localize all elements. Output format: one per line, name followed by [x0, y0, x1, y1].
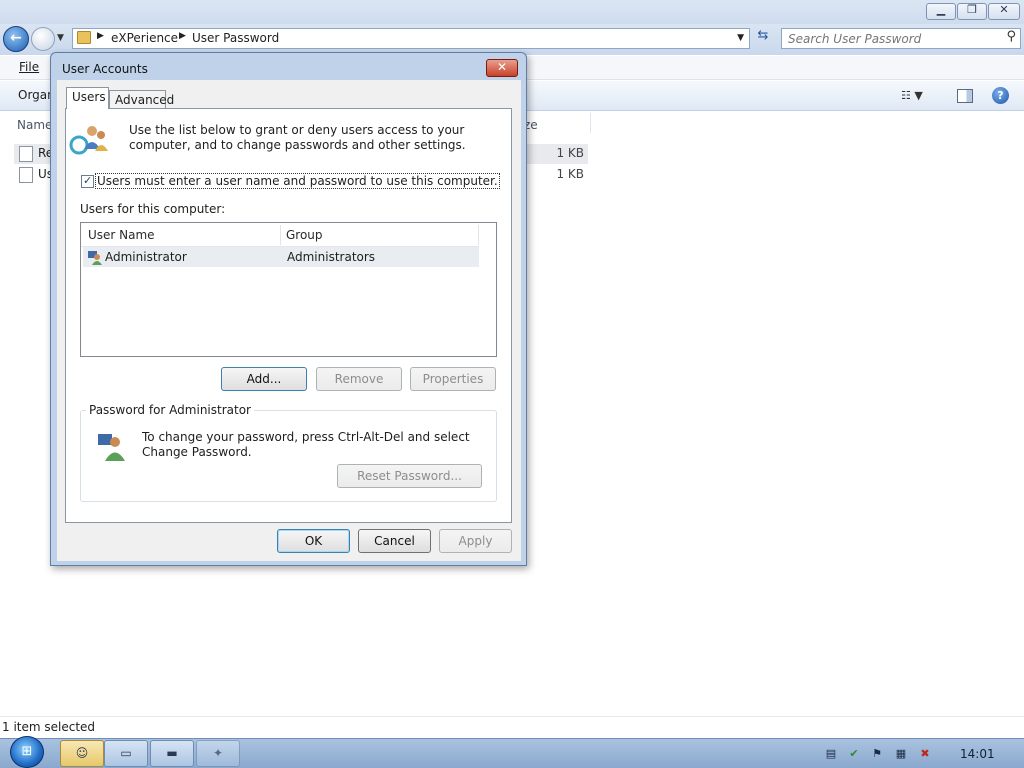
maximize-button[interactable]: ❐: [957, 3, 987, 20]
tab-users-label: Users: [72, 90, 106, 104]
search-input[interactable]: [788, 31, 988, 46]
column-header-user-name[interactable]: User Name: [88, 228, 155, 242]
back-arrow-icon: ←: [10, 30, 22, 46]
folder-icon: [77, 31, 91, 44]
dialog-title: User Accounts: [62, 62, 148, 76]
password-instructions: To change your password, press Ctrl-Alt-…: [142, 430, 470, 459]
user-accounts-icon: ☺: [75, 746, 89, 760]
apply-button[interactable]: Apply: [439, 529, 512, 553]
close-icon: ✕: [496, 60, 508, 74]
add-button[interactable]: Add...: [221, 367, 307, 391]
preview-pane-icon[interactable]: [957, 89, 973, 103]
taskbar-button-app[interactable]: ✦: [196, 740, 240, 767]
forward-button[interactable]: [31, 27, 55, 51]
list-row[interactable]: Administrator Administrators: [83, 247, 479, 267]
refresh-button[interactable]: ⇆: [752, 28, 774, 49]
security-center-icon[interactable]: ✔: [847, 747, 861, 761]
windows-logo-icon: ⊞: [21, 744, 33, 759]
close-icon: ✕: [999, 3, 1009, 16]
chevron-right-icon[interactable]: ▶: [97, 31, 104, 41]
user-icon: [88, 251, 102, 265]
column-header-name[interactable]: Name: [17, 118, 52, 132]
document-icon[interactable]: ▤: [824, 747, 838, 761]
cancel-button[interactable]: Cancel: [358, 529, 431, 553]
admin-user-icon: [98, 434, 125, 461]
chevron-right-icon[interactable]: ▶: [179, 31, 186, 41]
explorer-titlebar: ▁ ❐ ✕: [0, 0, 1024, 24]
checkmark-icon: ✓: [83, 174, 93, 187]
reset-password-button[interactable]: Reset Password...: [337, 464, 482, 488]
remove-button[interactable]: Remove: [316, 367, 402, 391]
cell-group: Administrators: [287, 250, 376, 264]
status-bar: [0, 716, 1024, 738]
users-list[interactable]: User Name Group Administrator Administra…: [80, 222, 497, 357]
dialog-close-button[interactable]: ✕: [486, 59, 518, 77]
breadcrumb-user-password[interactable]: User Password: [192, 31, 279, 45]
taskbar-button-command-prompt[interactable]: ▬: [150, 740, 194, 767]
tab-advanced[interactable]: Advanced: [109, 90, 174, 110]
password-group-title: Password for Administrator: [86, 403, 254, 417]
network-icon[interactable]: ▦: [894, 747, 908, 761]
user-accounts-icon: [69, 126, 108, 155]
status-text: 1 item selected: [2, 720, 96, 734]
menu-file[interactable]: File: [19, 60, 39, 74]
require-login-label[interactable]: Users must enter a user name and passwor…: [95, 173, 500, 189]
action-center-flag-icon[interactable]: ⚑: [870, 747, 884, 761]
intro-text: Use the list below to grant or deny user…: [129, 123, 466, 152]
properties-button[interactable]: Properties: [410, 367, 496, 391]
taskbar-button-user-accounts[interactable]: ☺: [60, 740, 104, 767]
minimize-icon: ▁: [936, 3, 946, 16]
breadcrumb-experience[interactable]: eXPerience: [111, 31, 178, 45]
volume-muted-icon[interactable]: ✖: [918, 747, 932, 761]
start-button[interactable]: ⊞: [10, 736, 44, 768]
tab-users[interactable]: Users: [66, 87, 109, 109]
shortcut-file-icon: [19, 167, 33, 183]
search-box[interactable]: ⚲: [781, 28, 1021, 49]
column-divider[interactable]: [478, 225, 479, 245]
cell-user-name: Administrator: [105, 250, 187, 264]
clock[interactable]: 14:01: [960, 747, 995, 761]
require-login-checkbox[interactable]: ✓: [81, 174, 94, 188]
tab-advanced-label: Advanced: [115, 93, 175, 107]
ok-button[interactable]: OK: [277, 529, 350, 553]
column-divider[interactable]: [590, 113, 591, 133]
column-header-group[interactable]: Group: [286, 228, 323, 242]
taskbar-button-explorer[interactable]: ▭: [104, 740, 148, 767]
views-button[interactable]: ☷ ▼: [901, 89, 937, 103]
list-header: User Name Group: [81, 223, 479, 247]
help-icon[interactable]: ?: [992, 87, 1009, 104]
text-file-icon: [19, 146, 33, 162]
column-divider[interactable]: [280, 225, 281, 245]
address-dropdown-icon[interactable]: ▼: [737, 33, 744, 43]
restore-icon: ❐: [967, 3, 977, 16]
file-size: 1 KB: [556, 146, 584, 160]
recent-pages-dropdown[interactable]: ▼: [57, 33, 64, 43]
close-button[interactable]: ✕: [988, 3, 1020, 20]
address-bar[interactable]: ▶ eXPerience ▶ User Password ▼: [72, 28, 750, 49]
minimize-button[interactable]: ▁: [926, 3, 956, 20]
explorer-icon: ▭: [120, 746, 132, 760]
command-prompt-icon: ▬: [166, 746, 178, 760]
users-list-label: Users for this computer:: [80, 202, 226, 216]
app-icon: ✦: [212, 746, 224, 760]
search-icon[interactable]: ⚲: [1006, 29, 1016, 44]
file-size: 1 KB: [556, 167, 584, 181]
back-button[interactable]: ←: [3, 26, 29, 52]
